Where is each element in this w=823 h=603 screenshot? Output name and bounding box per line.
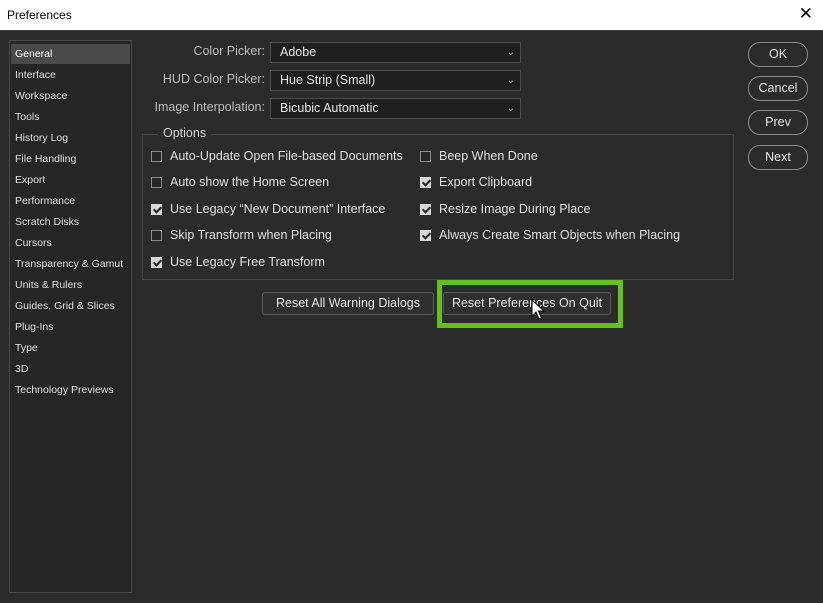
option-beep-when-done[interactable]: Beep When Done	[420, 149, 538, 163]
option-label: Skip Transform when Placing	[170, 228, 332, 242]
sidebar-item-scratch-disks[interactable]: Scratch Disks	[11, 212, 130, 232]
checkbox-checked[interactable]	[420, 177, 431, 188]
image-interpolation-value: Bicubic Automatic	[280, 101, 379, 115]
mouse-cursor-icon	[531, 299, 545, 320]
option-legacy-new-document[interactable]: Use Legacy “New Document” Interface	[151, 202, 385, 216]
option-label: Use Legacy “New Document” Interface	[170, 202, 386, 216]
sidebar-item-units-rulers[interactable]: Units & Rulers	[11, 275, 130, 295]
hud-color-picker-value: Hue Strip (Small)	[280, 73, 376, 87]
option-always-smart-objects[interactable]: Always Create Smart Objects when Placing	[420, 228, 680, 242]
checkbox-checked[interactable]	[420, 204, 431, 215]
category-list: General Interface Workspace Tools Histor…	[9, 40, 132, 593]
checkbox-checked[interactable]	[420, 230, 431, 241]
chevron-down-icon: ⌄	[506, 75, 515, 86]
hud-color-picker-label: HUD Color Picker:	[162, 72, 265, 86]
option-skip-transform[interactable]: Skip Transform when Placing	[151, 228, 332, 242]
ok-button[interactable]: OK	[748, 42, 808, 67]
option-resize-image-during-place[interactable]: Resize Image During Place	[420, 202, 590, 216]
sidebar-item-tools[interactable]: Tools	[11, 107, 130, 127]
sidebar-item-interface[interactable]: Interface	[11, 65, 130, 85]
option-auto-show-home[interactable]: Auto show the Home Screen	[151, 175, 329, 189]
next-button[interactable]: Next	[748, 145, 808, 170]
sidebar-item-plug-ins[interactable]: Plug-Ins	[11, 317, 130, 337]
chevron-down-icon: ⌄	[506, 103, 515, 114]
option-label: Resize Image During Place	[439, 202, 591, 216]
color-picker-value: Adobe	[280, 45, 317, 59]
option-legacy-free-transform[interactable]: Use Legacy Free Transform	[151, 255, 325, 269]
sidebar-item-type[interactable]: Type	[11, 338, 130, 358]
checkbox[interactable]	[151, 230, 162, 241]
sidebar-item-workspace[interactable]: Workspace	[11, 86, 130, 106]
image-interpolation-select[interactable]: Bicubic Automatic ⌄	[270, 98, 521, 119]
sidebar-item-file-handling[interactable]: File Handling	[11, 149, 130, 169]
sidebar-item-cursors[interactable]: Cursors	[11, 233, 130, 253]
option-label: Export Clipboard	[439, 175, 533, 189]
sidebar-item-3d[interactable]: 3D	[11, 359, 130, 379]
sidebar-item-history-log[interactable]: History Log	[11, 128, 130, 148]
window-title: Preferences	[7, 8, 72, 22]
sidebar-item-guides-grid-slices[interactable]: Guides, Grid & Slices	[11, 296, 130, 316]
color-picker-label: Color Picker:	[193, 44, 265, 58]
checkbox[interactable]	[151, 177, 162, 188]
option-export-clipboard[interactable]: Export Clipboard	[420, 175, 532, 189]
chevron-down-icon: ⌄	[506, 47, 515, 58]
option-auto-update-documents[interactable]: Auto-Update Open File-based Documents	[151, 149, 403, 163]
highlight-box	[437, 280, 623, 328]
option-label: Always Create Smart Objects when Placing	[439, 228, 681, 242]
title-bar: Preferences ✕	[0, 0, 823, 31]
options-legend: Options	[158, 126, 212, 140]
option-label: Auto show the Home Screen	[170, 175, 330, 189]
color-picker-select[interactable]: Adobe ⌄	[270, 42, 521, 63]
sidebar-item-technology-previews[interactable]: Technology Previews	[11, 380, 130, 400]
prev-button[interactable]: Prev	[748, 110, 808, 135]
sidebar-item-transparency-gamut[interactable]: Transparency & Gamut	[11, 254, 130, 274]
hud-color-picker-select[interactable]: Hue Strip (Small) ⌄	[270, 70, 521, 91]
option-label: Auto-Update Open File-based Documents	[170, 149, 403, 163]
image-interpolation-label: Image Interpolation:	[154, 100, 266, 114]
sidebar-item-export[interactable]: Export	[11, 170, 130, 190]
sidebar-item-general[interactable]: General	[11, 44, 130, 64]
close-icon[interactable]: ✕	[799, 5, 813, 23]
checkbox-checked[interactable]	[151, 204, 162, 215]
cancel-button[interactable]: Cancel	[748, 76, 808, 101]
checkbox[interactable]	[151, 151, 162, 162]
reset-warning-dialogs-button[interactable]: Reset All Warning Dialogs	[262, 292, 434, 315]
option-label: Use Legacy Free Transform	[170, 255, 325, 269]
checkbox[interactable]	[420, 151, 431, 162]
sidebar-item-performance[interactable]: Performance	[11, 191, 130, 211]
option-label: Beep When Done	[439, 149, 538, 163]
checkbox-checked[interactable]	[151, 257, 162, 268]
